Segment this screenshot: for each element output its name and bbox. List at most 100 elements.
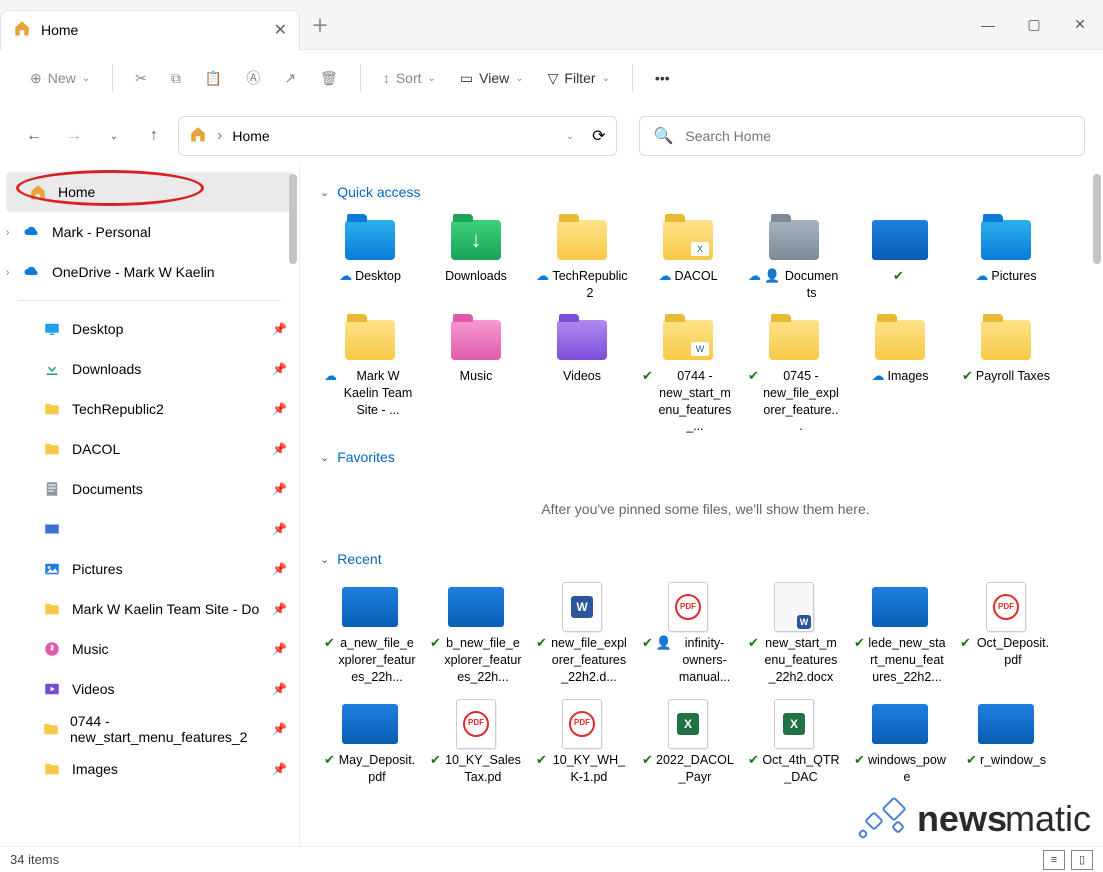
file-tile[interactable]: PDF✔👤infinity-owners-manual... (638, 579, 738, 690)
filter-button[interactable]: ▽ Filter ⌄ (538, 60, 620, 96)
file-name: Desktop (355, 268, 401, 285)
breadcrumb-path[interactable]: Home (232, 128, 555, 144)
recent-dropdown[interactable]: ⌄ (98, 120, 130, 152)
file-tile[interactable]: ✔0745 - new_file_explorer_feature... (744, 312, 844, 440)
file-tile[interactable]: ✔r_window_s (956, 696, 1056, 790)
sync-icon: ✔ (960, 635, 971, 651)
cut-button[interactable]: ✂ (125, 60, 157, 96)
sidebar-item-mark-personal[interactable]: ›Mark - Personal (0, 212, 299, 252)
pin-icon[interactable]: 📌 (272, 442, 287, 456)
tab-home[interactable]: Home ✕ (0, 10, 300, 50)
tiles-view-toggle[interactable]: ▯ (1071, 850, 1093, 870)
close-tab-icon[interactable]: ✕ (274, 20, 287, 40)
pin-icon[interactable]: 📌 (272, 562, 287, 576)
sort-button[interactable]: ↕ Sort ⌄ (373, 60, 446, 96)
forward-button[interactable]: → (58, 120, 90, 152)
window-controls: — ▢ ✕ (965, 0, 1103, 50)
rename-button[interactable]: Ⓐ (236, 60, 270, 96)
content-scrollbar[interactable] (1093, 174, 1101, 264)
cloud-icon: ☁ (748, 268, 761, 284)
more-button[interactable]: ••• (645, 60, 680, 96)
new-button[interactable]: ⊕ New ⌄ (20, 60, 100, 96)
file-tile[interactable]: ✔May_Deposit.pdf (320, 696, 420, 790)
file-thumb (554, 316, 610, 364)
search-input[interactable] (685, 128, 1070, 144)
pin-icon[interactable]: 📌 (272, 762, 287, 776)
section-recent[interactable]: ⌄Recent (320, 551, 1091, 567)
file-thumb: ↓ (448, 216, 504, 264)
file-tile[interactable]: ☁Desktop (320, 212, 420, 306)
sidebar-item-home[interactable]: Home (6, 172, 293, 212)
new-tab-button[interactable]: ＋ (300, 12, 340, 38)
file-tile[interactable]: ☁Mark W Kaelin Team Site - ... (320, 312, 420, 440)
file-tile[interactable]: ✔lede_new_start_menu_features_22h2... (850, 579, 950, 690)
sidebar-item-music[interactable]: Music📌 (0, 629, 299, 669)
share-button[interactable]: ↗ (274, 60, 306, 96)
pin-icon[interactable]: 📌 (272, 402, 287, 416)
up-button[interactable]: ↑ (138, 120, 170, 152)
sidebar-item-0744-new_start_menu_features_2[interactable]: 0744 - new_start_menu_features_2📌 (0, 709, 299, 749)
file-tile[interactable]: Music (426, 312, 526, 440)
paste-button[interactable]: 📋 (195, 60, 232, 96)
file-tile[interactable]: ☁Pictures (956, 212, 1056, 306)
sidebar-item-images[interactable]: Images📌 (0, 749, 299, 789)
file-name: Mark W Kaelin Team Site - ... (340, 368, 416, 419)
pin-icon[interactable]: 📌 (272, 642, 287, 656)
sidebar-item-dacol[interactable]: DACOL📌 (0, 429, 299, 469)
file-tile[interactable]: ✔b_new_file_explorer_features_22h... (426, 579, 526, 690)
file-tile[interactable]: W✔new_file_explorer_features_22h2.d... (532, 579, 632, 690)
sidebar-item-documents[interactable]: Documents📌 (0, 469, 299, 509)
pin-icon[interactable]: 📌 (272, 602, 287, 616)
file-tile[interactable]: ☁👤Documents (744, 212, 844, 306)
file-tile[interactable]: ✔Payroll Taxes (956, 312, 1056, 440)
details-view-toggle[interactable]: ≡ (1043, 850, 1065, 870)
file-tile[interactable]: ✔windows_powe (850, 696, 950, 790)
address-bar[interactable]: › Home ⌄ ⟳ (178, 116, 617, 156)
file-tile[interactable]: X✔2022_DACOL_Payr (638, 696, 738, 790)
file-tile[interactable]: ↓Downloads (426, 212, 526, 306)
file-tile[interactable]: PDF✔10_KY_SalesTax.pd (426, 696, 526, 790)
refresh-button[interactable]: ⟳ (592, 126, 605, 146)
file-tile[interactable]: W✔new_start_menu_features_22h2.docx (744, 579, 844, 690)
close-button[interactable]: ✕ (1057, 0, 1103, 50)
sidebar-item-videos[interactable]: Videos📌 (0, 669, 299, 709)
chevron-right-icon[interactable]: › (6, 227, 9, 238)
file-tile[interactable]: W✔0744 - new_start_menu_features_... (638, 312, 738, 440)
copy-button[interactable]: ⧉ (161, 60, 191, 96)
sidebar-item-app[interactable]: 📌 (0, 509, 299, 549)
file-thumb: X (660, 700, 716, 748)
file-tile[interactable]: ☁Images (850, 312, 950, 440)
file-tile[interactable]: Videos (532, 312, 632, 440)
pin-icon[interactable]: 📌 (272, 362, 287, 376)
file-tile[interactable]: ☁TechRepublic2 (532, 212, 632, 306)
path-dropdown[interactable]: ⌄ (566, 131, 574, 142)
sidebar-scrollbar[interactable] (289, 174, 297, 264)
search-box[interactable]: 🔍 (639, 116, 1086, 156)
sidebar-item-downloads[interactable]: Downloads📌 (0, 349, 299, 389)
delete-button[interactable]: 🗑 (310, 60, 348, 96)
sidebar-item-techrepublic2[interactable]: TechRepublic2📌 (0, 389, 299, 429)
pin-icon[interactable]: 📌 (272, 482, 287, 496)
section-favorites[interactable]: ⌄Favorites (320, 449, 1091, 465)
section-quick-access[interactable]: ⌄Quick access (320, 184, 1091, 200)
sidebar-item-mark-w-kaelin-team-site-do[interactable]: Mark W Kaelin Team Site - Do📌 (0, 589, 299, 629)
chevron-right-icon[interactable]: › (6, 267, 9, 278)
pin-icon[interactable]: 📌 (272, 682, 287, 696)
pin-icon[interactable]: 📌 (272, 522, 287, 536)
file-tile[interactable]: ✔a_new_file_explorer_features_22h... (320, 579, 420, 690)
file-tile[interactable]: ✔ (850, 212, 950, 306)
sidebar-item-onedrive-mark-w-kaelin[interactable]: ›OneDrive - Mark W Kaelin (0, 252, 299, 292)
pin-icon[interactable]: 📌 (272, 322, 287, 336)
pin-icon[interactable]: 📌 (272, 722, 287, 736)
maximize-button[interactable]: ▢ (1011, 0, 1057, 50)
sidebar-item-pictures[interactable]: Pictures📌 (0, 549, 299, 589)
view-button[interactable]: ▭ View ⌄ (450, 60, 534, 96)
file-tile[interactable]: PDF✔Oct_Deposit.pdf (956, 579, 1056, 690)
file-thumb (872, 700, 928, 748)
minimize-button[interactable]: — (965, 0, 1011, 50)
file-tile[interactable]: X☁DACOL (638, 212, 738, 306)
back-button[interactable]: ← (18, 120, 50, 152)
sidebar-item-desktop[interactable]: Desktop📌 (0, 309, 299, 349)
file-tile[interactable]: PDF✔10_KY_WH_K-1.pd (532, 696, 632, 790)
file-tile[interactable]: X✔Oct_4th_QTR_DAC (744, 696, 844, 790)
